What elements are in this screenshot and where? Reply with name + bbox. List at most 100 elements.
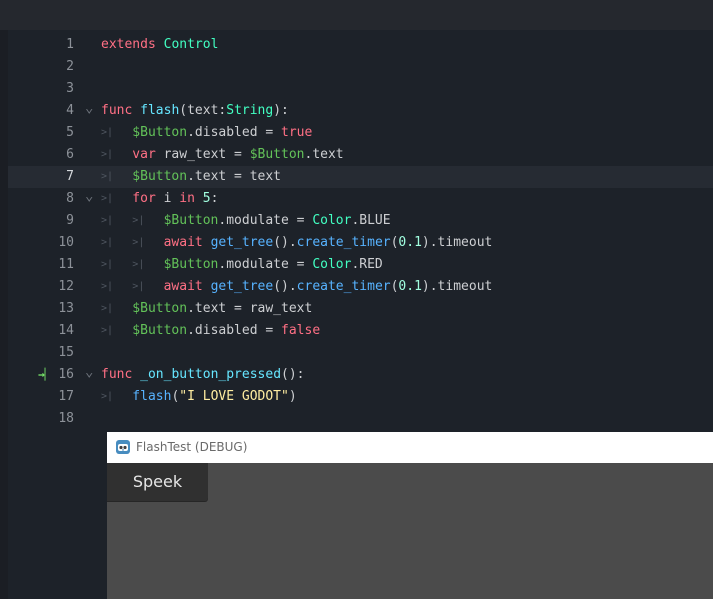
code-token: true bbox=[281, 125, 313, 140]
line-number: 3 bbox=[66, 81, 74, 96]
line-number: 13 bbox=[58, 301, 74, 316]
code-token: "I LOVE GODOT" bbox=[179, 389, 289, 404]
code-token: create_timer bbox=[296, 235, 391, 250]
tab-indent-icon: >| bbox=[101, 127, 114, 138]
code-token: .text = text bbox=[187, 169, 282, 184]
tab-indent-icon: >| bbox=[101, 149, 114, 160]
code-line[interactable]: 9 >| >| $Button.modulate = Color.BLUE bbox=[8, 210, 713, 232]
code-token: 0.1 bbox=[398, 279, 422, 294]
code-token: var bbox=[132, 147, 156, 162]
code-token: .text bbox=[304, 147, 344, 162]
tab-indent-icon: >| bbox=[132, 215, 145, 226]
code-token: .text = raw_text bbox=[187, 301, 313, 316]
code-text: for i in 5: bbox=[132, 188, 218, 210]
code-token: get_tree bbox=[210, 235, 274, 250]
signal-connection-icon[interactable]: →▏ bbox=[38, 364, 51, 386]
editor-top-bar bbox=[0, 0, 713, 30]
code-token: $Button bbox=[132, 169, 188, 184]
tab-indent-icon: >| bbox=[101, 215, 114, 226]
code-token: create_timer bbox=[296, 279, 391, 294]
code-text: $Button.modulate = Color.BLUE bbox=[164, 210, 391, 232]
line-number: 14 bbox=[58, 323, 74, 338]
code-line[interactable]: 13 >| $Button.text = raw_text bbox=[8, 298, 713, 320]
code-line[interactable]: 7 >| $Button.text = text bbox=[8, 166, 713, 188]
code-text: $Button.disabled = false bbox=[132, 320, 320, 342]
code-token: flash bbox=[140, 103, 180, 118]
code-token: $Button bbox=[132, 125, 188, 140]
line-number: 9 bbox=[66, 213, 74, 228]
code-text: $Button.text = raw_text bbox=[132, 298, 312, 320]
speek-button[interactable]: Speek bbox=[107, 463, 208, 501]
code-token: .disabled = bbox=[187, 125, 282, 140]
line-number: 10 bbox=[58, 235, 74, 250]
code-token: ): bbox=[273, 103, 289, 118]
line-number: 5 bbox=[66, 125, 74, 140]
code-line[interactable]: 18 bbox=[8, 408, 713, 430]
code-token: _on_button_pressed bbox=[140, 367, 282, 382]
code-line[interactable]: 6 >| var raw_text = $Button.text bbox=[8, 144, 713, 166]
line-number: 2 bbox=[66, 59, 74, 74]
code-token: .RED bbox=[351, 257, 383, 272]
fold-chevron-icon[interactable]: ⌄ bbox=[85, 364, 93, 386]
game-window-titlebar[interactable]: FlashTest (DEBUG) bbox=[107, 432, 713, 463]
code-line[interactable]: 3 bbox=[8, 78, 713, 100]
code-token: extends bbox=[101, 37, 156, 52]
code-line[interactable]: 2 bbox=[8, 56, 713, 78]
code-token: ) bbox=[288, 389, 297, 404]
line-number: 1 bbox=[66, 37, 74, 52]
code-text: flash("I LOVE GODOT") bbox=[132, 386, 296, 408]
code-line[interactable]: 4 ⌄ func flash(text:String): bbox=[8, 100, 713, 122]
code-token: Control bbox=[163, 37, 219, 52]
code-token: 5 bbox=[202, 191, 211, 206]
code-text: func flash(text:String): bbox=[101, 100, 289, 122]
tab-indent-icon: >| bbox=[101, 259, 114, 270]
code-token: i bbox=[155, 191, 180, 206]
code-token: (). bbox=[273, 235, 297, 250]
code-line[interactable]: 5 >| $Button.disabled = true bbox=[8, 122, 713, 144]
game-window: FlashTest (DEBUG) Speek bbox=[107, 432, 713, 599]
code-token: (): bbox=[281, 367, 305, 382]
code-token: Color bbox=[312, 257, 352, 272]
code-line[interactable]: 17 >| flash("I LOVE GODOT") bbox=[8, 386, 713, 408]
code-token: .modulate = bbox=[218, 257, 313, 272]
code-line[interactable]: 1 extends Control bbox=[8, 34, 713, 56]
tab-indent-icon: >| bbox=[101, 171, 114, 182]
code-line[interactable]: 14 >| $Button.disabled = false bbox=[8, 320, 713, 342]
code-token: (text: bbox=[179, 103, 227, 118]
code-token: in bbox=[179, 191, 195, 206]
code-line[interactable]: 15 bbox=[8, 342, 713, 364]
code-line[interactable]: 12 >| >| await get_tree().create_timer(0.1)… bbox=[8, 276, 713, 298]
fold-chevron-icon[interactable]: ⌄ bbox=[85, 100, 93, 122]
line-number: 11 bbox=[58, 257, 74, 272]
godot-logo-icon bbox=[116, 440, 130, 454]
code-token: $Button bbox=[163, 213, 219, 228]
editor-left-strip bbox=[0, 30, 8, 599]
tab-indent-icon: >| bbox=[101, 281, 114, 292]
code-token: $Button bbox=[249, 147, 305, 162]
code-line[interactable]: 11 >| >| $Button.modulate = Color.RED bbox=[8, 254, 713, 276]
code-line[interactable]: 10 >| >| await get_tree().create_timer(0.1)… bbox=[8, 232, 713, 254]
code-token: ).timeout bbox=[421, 235, 493, 250]
code-text: var raw_text = $Button.text bbox=[132, 144, 343, 166]
fold-chevron-icon[interactable]: ⌄ bbox=[85, 188, 93, 210]
tab-indent-icon: >| bbox=[132, 281, 145, 292]
code-text: await get_tree().create_timer(0.1).timeo… bbox=[164, 232, 493, 254]
tab-indent-icon: >| bbox=[101, 237, 114, 248]
tab-indent-icon: >| bbox=[101, 391, 114, 402]
code-token: for bbox=[132, 191, 156, 206]
tab-indent-icon: >| bbox=[101, 325, 114, 336]
code-token: 0.1 bbox=[398, 235, 422, 250]
code-token: $Button bbox=[163, 257, 219, 272]
code-token: .disabled = bbox=[187, 323, 282, 338]
game-window-title: FlashTest (DEBUG) bbox=[136, 440, 248, 454]
code-text: extends Control bbox=[101, 34, 218, 56]
code-line[interactable]: 8 ⌄ >| for i in 5: bbox=[8, 188, 713, 210]
code-token: : bbox=[210, 191, 219, 206]
code-text: func _on_button_pressed(): bbox=[101, 364, 305, 386]
code-line[interactable]: 16 →▏ ⌄ func _on_button_pressed(): bbox=[8, 364, 713, 386]
line-number: 4 bbox=[66, 103, 74, 118]
code-text: await get_tree().create_timer(0.1).timeo… bbox=[164, 276, 493, 298]
code-text: $Button.text = text bbox=[132, 166, 281, 188]
